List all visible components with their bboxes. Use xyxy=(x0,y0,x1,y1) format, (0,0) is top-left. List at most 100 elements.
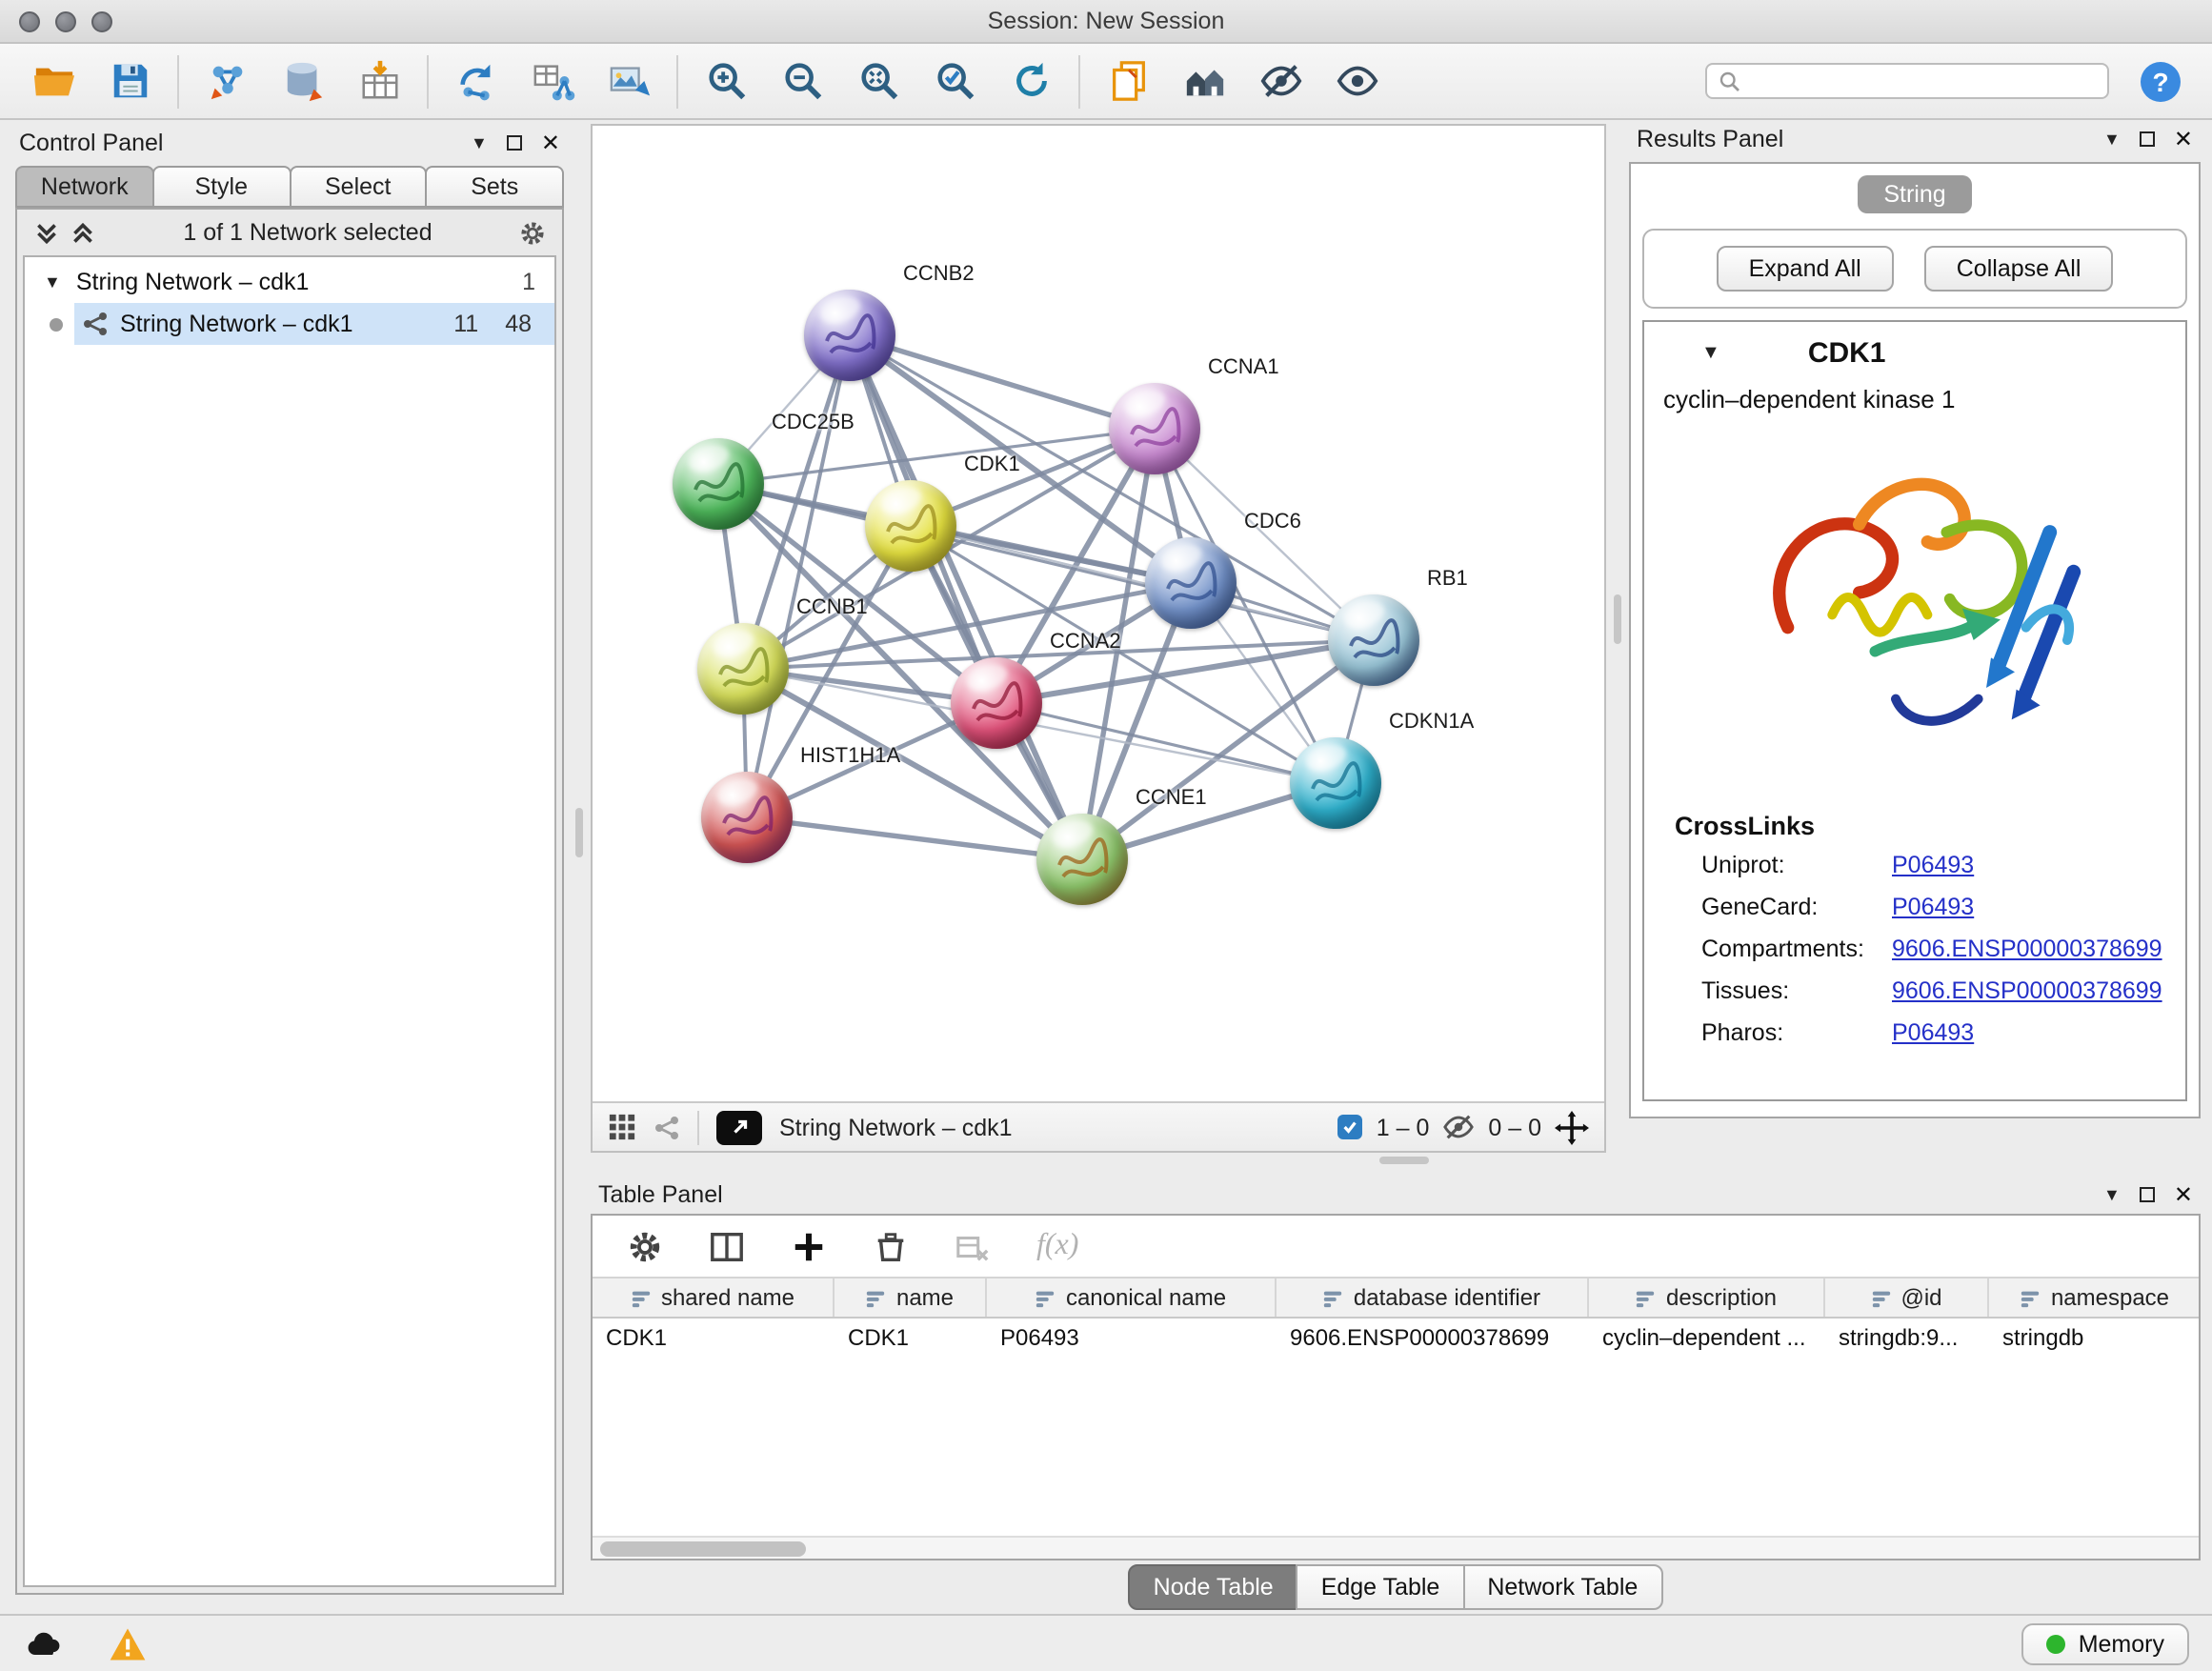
table-settings-gear-icon[interactable] xyxy=(627,1228,663,1264)
show-graphics-button[interactable] xyxy=(1318,50,1395,111)
column-header-name[interactable]: name xyxy=(835,1278,987,1317)
panel-float-icon[interactable] xyxy=(2140,131,2155,147)
tab-network[interactable]: Network xyxy=(15,166,154,208)
export-image-button[interactable] xyxy=(591,50,667,111)
panel-close-icon[interactable]: ✕ xyxy=(2174,126,2193,152)
selected-checkbox-icon[interactable] xyxy=(1338,1115,1363,1139)
network-share-icon[interactable] xyxy=(654,1114,680,1140)
table-cell[interactable]: 9606.ENSP00000378699 xyxy=(1277,1319,1589,1357)
network-node-hist1h1a[interactable] xyxy=(701,772,793,863)
column-header-database-identifier[interactable]: database identifier xyxy=(1277,1278,1589,1317)
network-node-cdc6[interactable] xyxy=(1145,537,1237,629)
table-cell[interactable]: P06493 xyxy=(987,1319,1277,1357)
column-header-shared-name[interactable]: shared name xyxy=(593,1278,835,1317)
birds-eye-toggle-button[interactable] xyxy=(716,1110,762,1144)
panel-float-icon[interactable] xyxy=(507,135,522,151)
memory-button[interactable]: Memory xyxy=(2021,1622,2189,1664)
tab-style[interactable]: Style xyxy=(152,166,292,208)
show-columns-icon[interactable] xyxy=(709,1228,745,1264)
network-from-selection-button[interactable] xyxy=(438,50,514,111)
scrollbar-thumb[interactable] xyxy=(600,1540,806,1556)
import-table-button[interactable] xyxy=(341,50,417,111)
network-node-rb1[interactable] xyxy=(1328,594,1419,686)
add-column-icon[interactable] xyxy=(791,1228,827,1264)
collapse-all-icon[interactable] xyxy=(32,218,61,247)
table-cell[interactable]: cyclin–dependent ... xyxy=(1589,1319,1825,1357)
network-row[interactable]: String Network – cdk1 11 48 xyxy=(25,303,554,345)
expand-all-icon[interactable] xyxy=(69,218,97,247)
left-splitter[interactable] xyxy=(568,120,591,1614)
network-table-button[interactable] xyxy=(514,50,591,111)
open-session-button[interactable] xyxy=(15,50,91,111)
network-node-ccnb1[interactable] xyxy=(697,623,789,715)
network-node-ccna2[interactable] xyxy=(951,657,1042,749)
tab-string[interactable]: String xyxy=(1857,175,1972,213)
hide-graphics-button[interactable] xyxy=(1242,50,1318,111)
network-row-selected[interactable]: String Network – cdk1 11 48 xyxy=(74,303,554,345)
table-cell[interactable]: stringdb xyxy=(1989,1319,2201,1357)
delete-column-icon[interactable] xyxy=(873,1228,909,1264)
panel-menu-icon[interactable]: ▼ xyxy=(2103,130,2121,149)
network-edge[interactable] xyxy=(747,817,1082,859)
panel-menu-icon[interactable]: ▼ xyxy=(2103,1185,2121,1204)
panel-close-icon[interactable]: ✕ xyxy=(2174,1181,2193,1208)
zoom-selected-button[interactable] xyxy=(916,50,993,111)
network-node-cdc25b[interactable] xyxy=(673,438,764,530)
crosslink-link[interactable]: P06493 xyxy=(1892,852,1974,878)
zoom-fit-button[interactable] xyxy=(840,50,916,111)
network-node-ccna1[interactable] xyxy=(1109,383,1200,474)
splitter-handle[interactable] xyxy=(1379,1157,1429,1164)
network-collection-row[interactable]: ▼ String Network – cdk1 1 xyxy=(25,261,554,303)
zoom-in-button[interactable] xyxy=(688,50,764,111)
crosslink-link[interactable]: P06493 xyxy=(1892,894,1974,920)
network-node-cdkn1a[interactable] xyxy=(1290,737,1381,829)
table-horizontal-scrollbar[interactable] xyxy=(593,1536,2199,1559)
table-row[interactable]: CDK1CDK1P064939606.ENSP00000378699cyclin… xyxy=(593,1319,2199,1357)
tab-node-table[interactable]: Node Table xyxy=(1129,1564,1298,1610)
tab-sets[interactable]: Sets xyxy=(426,166,565,208)
entry-expander-icon[interactable]: ▼ xyxy=(1701,343,1720,364)
toolbar-search[interactable] xyxy=(1705,63,2109,99)
help-button[interactable]: ? xyxy=(2136,56,2185,106)
panel-float-icon[interactable] xyxy=(2140,1187,2155,1202)
tab-edge-table[interactable]: Edge Table xyxy=(1297,1564,1465,1610)
import-network-file-button[interactable] xyxy=(189,50,265,111)
column-header-description[interactable]: description xyxy=(1589,1278,1825,1317)
import-network-database-button[interactable] xyxy=(265,50,341,111)
panel-menu-icon[interactable]: ▼ xyxy=(471,133,488,152)
panel-close-icon[interactable]: ✕ xyxy=(541,130,560,156)
grid-icon[interactable] xyxy=(608,1113,636,1141)
network-edge[interactable] xyxy=(996,703,1336,783)
refresh-view-button[interactable] xyxy=(993,50,1069,111)
collapse-all-button[interactable]: Collapse All xyxy=(1924,246,2114,292)
duplicate-page-button[interactable] xyxy=(1090,50,1166,111)
splitter-handle[interactable] xyxy=(1614,595,1621,645)
gear-icon[interactable] xyxy=(518,218,547,247)
network-node-cdk1[interactable] xyxy=(865,480,956,572)
column-header-canonical-name[interactable]: canonical name xyxy=(987,1278,1277,1317)
column-header--id[interactable]: @id xyxy=(1825,1278,1989,1317)
column-header-namespace[interactable]: namespace xyxy=(1989,1278,2201,1317)
collection-expander-icon[interactable]: ▼ xyxy=(44,272,61,292)
gene-entry-header[interactable]: ▼ CDK1 xyxy=(1644,322,2185,379)
home-view-button[interactable] xyxy=(1166,50,1242,111)
zoom-out-button[interactable] xyxy=(764,50,840,111)
tab-select[interactable]: Select xyxy=(289,166,428,208)
cloud-icon[interactable] xyxy=(23,1622,65,1664)
tab-network-table[interactable]: Network Table xyxy=(1462,1564,1662,1610)
network-node-ccne1[interactable] xyxy=(1036,814,1128,905)
table-cell[interactable]: CDK1 xyxy=(835,1319,987,1357)
right-splitter[interactable] xyxy=(1606,120,1629,1153)
network-canvas[interactable]: CCNB2CCNA1CDC25BCDK1CDC6RB1CCNB1CCNA2CDK… xyxy=(593,126,1604,1101)
horizontal-splitter[interactable] xyxy=(591,1153,2201,1168)
crosslink-link[interactable]: P06493 xyxy=(1892,1019,1974,1046)
crosslink-link[interactable]: 9606.ENSP00000378699 xyxy=(1892,977,2162,1004)
search-input[interactable] xyxy=(1749,68,2096,94)
expand-all-button[interactable]: Expand All xyxy=(1717,246,1894,292)
table-cell[interactable]: stringdb:9... xyxy=(1825,1319,1989,1357)
crosslink-link[interactable]: 9606.ENSP00000378699 xyxy=(1892,936,2162,962)
warning-icon[interactable] xyxy=(107,1622,149,1664)
table-cell[interactable]: CDK1 xyxy=(593,1319,835,1357)
pan-crosshair-icon[interactable] xyxy=(1555,1110,1589,1144)
network-node-ccnb2[interactable] xyxy=(804,290,895,381)
